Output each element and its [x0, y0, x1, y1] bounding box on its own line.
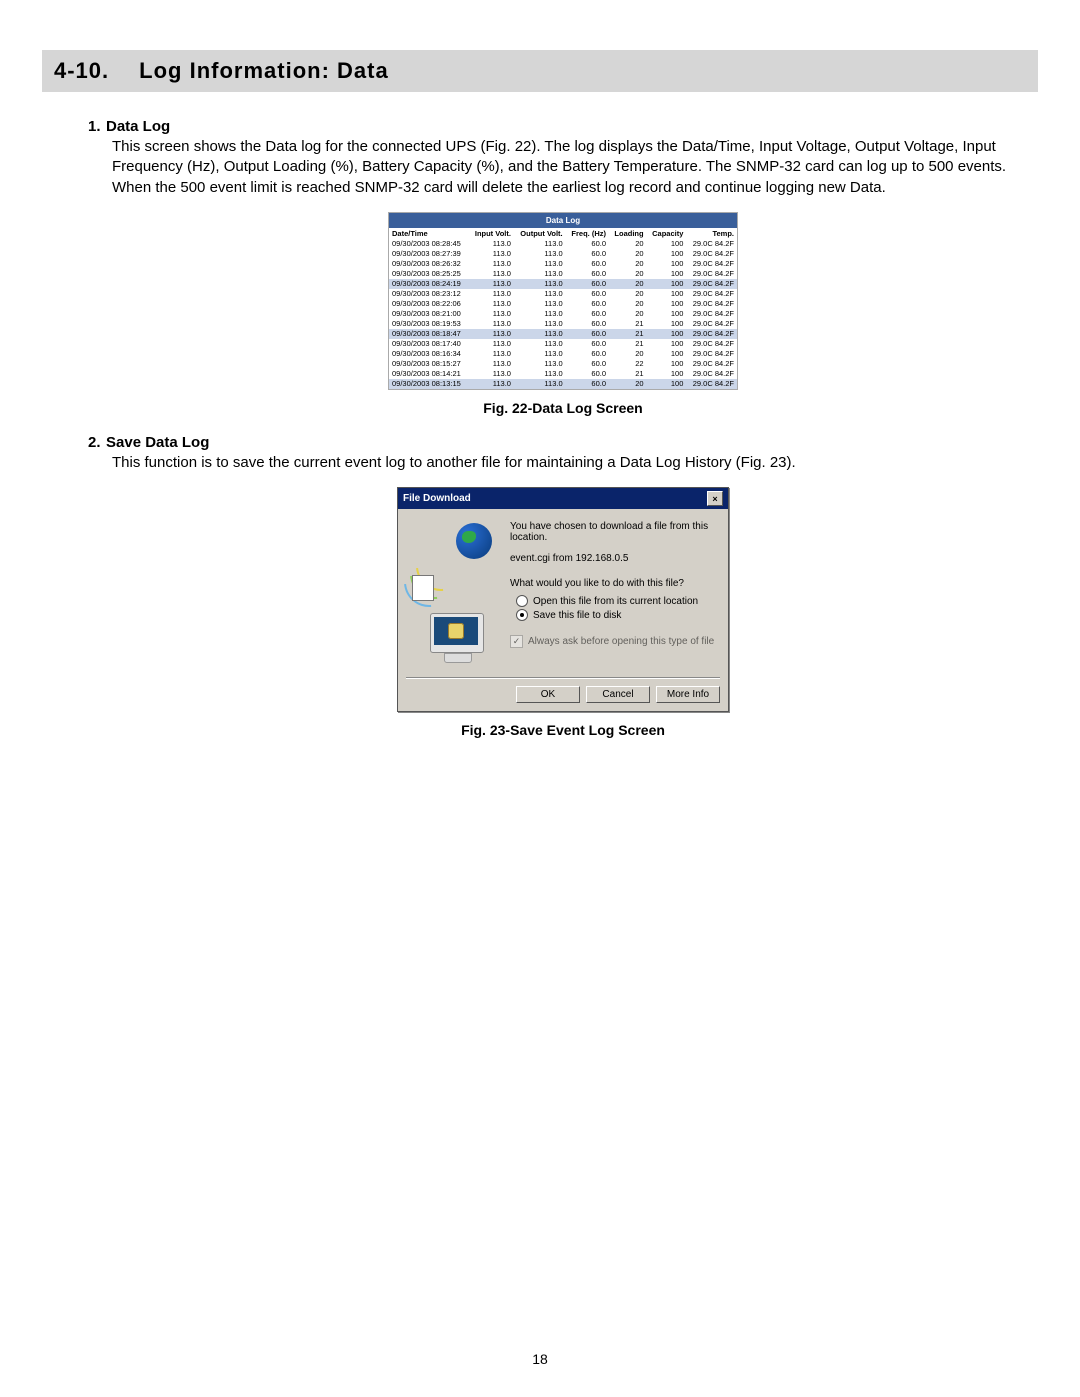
table-row: 09/30/2003 08:15:27113.0113.060.02210029… [389, 359, 738, 369]
subsection-1-heading: 1.Data Log [88, 118, 1038, 135]
data-log-table: Data Log Date/TimeInput Volt.Output Volt… [388, 212, 738, 390]
table-row: 09/30/2003 08:18:47113.0113.060.02110029… [389, 329, 738, 339]
section-title: Log Information: Data [139, 58, 389, 84]
column-header: Date/Time [389, 228, 469, 239]
column-header: Input Volt. [469, 228, 514, 239]
cancel-button[interactable]: Cancel [586, 686, 650, 703]
dialog-title: File Download [403, 493, 471, 504]
column-header: Freq. (Hz) [566, 228, 609, 239]
checkbox-always-ask: ✓ Always ask before opening this type of… [510, 635, 720, 648]
table-row: 09/30/2003 08:23:12113.0113.060.02010029… [389, 289, 738, 299]
download-illustration-icon [406, 517, 506, 667]
figure-22-caption: Fig. 22-Data Log Screen [88, 400, 1038, 416]
checkbox-icon: ✓ [510, 635, 523, 648]
column-header: Loading [609, 228, 647, 239]
table-row: 09/30/2003 08:13:15113.0113.060.02010029… [389, 379, 738, 390]
subsection-2-body: This function is to save the current eve… [112, 453, 1038, 473]
table-row: 09/30/2003 08:21:00113.0113.060.02010029… [389, 309, 738, 319]
table-row: 09/30/2003 08:16:34113.0113.060.02010029… [389, 349, 738, 359]
table-row: 09/30/2003 08:19:53113.0113.060.02110029… [389, 319, 738, 329]
close-icon[interactable]: × [707, 491, 723, 506]
section-number: 4-10. [54, 58, 109, 84]
table-row: 09/30/2003 08:27:39113.0113.060.02010029… [389, 249, 738, 259]
dialog-source: event.cgi from 192.168.0.5 [510, 553, 720, 564]
page-number: 18 [0, 1351, 1080, 1367]
table-row: 09/30/2003 08:17:40113.0113.060.02110029… [389, 339, 738, 349]
section-header: 4-10. Log Information: Data [42, 50, 1038, 92]
column-header: Capacity [647, 228, 687, 239]
dialog-question: What would you like to do with this file… [510, 578, 720, 589]
file-download-dialog: File Download × You have chosen to downl… [397, 487, 729, 712]
table-row: 09/30/2003 08:26:32113.0113.060.02010029… [389, 259, 738, 269]
subsection-2-heading: 2.Save Data Log [88, 434, 1038, 451]
subsection-1-body: This screen shows the Data log for the c… [112, 137, 1038, 198]
more-info-button[interactable]: More Info [656, 686, 720, 703]
table-row: 09/30/2003 08:24:19113.0113.060.02010029… [389, 279, 738, 289]
radio-save-file[interactable]: Save this file to disk [516, 609, 720, 621]
table-row: 09/30/2003 08:22:06113.0113.060.02010029… [389, 299, 738, 309]
column-header: Output Volt. [514, 228, 566, 239]
data-log-title: Data Log [389, 212, 738, 228]
ok-button[interactable]: OK [516, 686, 580, 703]
figure-23-caption: Fig. 23-Save Event Log Screen [88, 722, 1038, 738]
dialog-message: You have chosen to download a file from … [510, 521, 720, 543]
radio-icon [516, 595, 528, 607]
radio-open-file[interactable]: Open this file from its current location [516, 595, 720, 607]
table-row: 09/30/2003 08:25:25113.0113.060.02010029… [389, 269, 738, 279]
radio-icon [516, 609, 528, 621]
column-header: Temp. [686, 228, 737, 239]
table-row: 09/30/2003 08:28:45113.0113.060.02010029… [389, 239, 738, 249]
table-row: 09/30/2003 08:14:21113.0113.060.02110029… [389, 369, 738, 379]
